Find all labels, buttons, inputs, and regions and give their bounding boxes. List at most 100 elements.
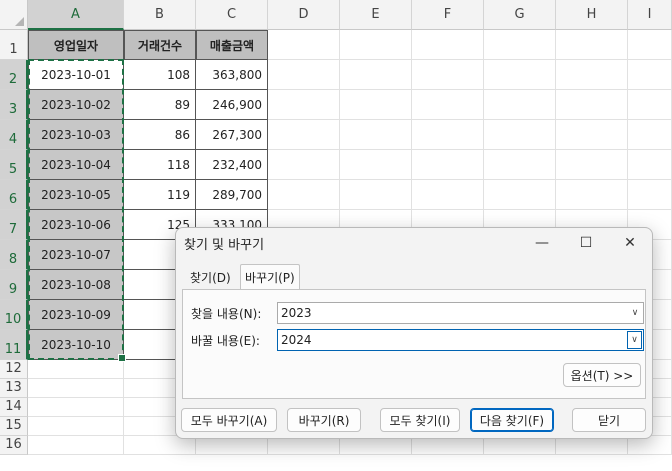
row-header-14[interactable]: 14 xyxy=(0,398,28,417)
close-window-button[interactable]: ✕ xyxy=(610,230,650,256)
row-header-2[interactable]: 2 xyxy=(0,60,28,90)
empty-cell[interactable] xyxy=(484,60,556,90)
row-header-4[interactable]: 4 xyxy=(0,120,28,150)
row-header-8[interactable]: 8 xyxy=(0,240,28,270)
sales-cell[interactable]: 267,300 xyxy=(196,120,268,150)
empty-cell[interactable] xyxy=(268,90,340,120)
empty-cell[interactable] xyxy=(28,436,124,455)
empty-cell[interactable] xyxy=(556,60,628,90)
row-header-13[interactable]: 13 xyxy=(0,379,28,398)
column-header-h[interactable]: H xyxy=(556,0,628,30)
empty-cell[interactable] xyxy=(556,120,628,150)
date-cell[interactable]: 2023-10-01 xyxy=(28,60,124,90)
row-header-1[interactable]: 1 xyxy=(0,30,28,60)
empty-cell[interactable] xyxy=(268,120,340,150)
options-button[interactable]: 옵션(T) >> xyxy=(563,363,641,387)
empty-cell[interactable] xyxy=(628,120,672,150)
date-cell[interactable]: 2023-10-03 xyxy=(28,120,124,150)
count-cell[interactable]: 86 xyxy=(124,120,196,150)
tab-replace[interactable]: 바꾸기(P) xyxy=(240,264,300,290)
sales-cell[interactable]: 289,700 xyxy=(196,180,268,210)
replace-button[interactable]: 바꾸기(R) xyxy=(287,408,361,432)
row-header-16[interactable]: 16 xyxy=(0,436,28,455)
empty-cell[interactable] xyxy=(628,150,672,180)
empty-cell[interactable] xyxy=(628,90,672,120)
row-header-10[interactable]: 10 xyxy=(0,300,28,330)
date-cell[interactable]: 2023-10-06 xyxy=(28,210,124,240)
empty-cell[interactable] xyxy=(28,379,124,398)
empty-cell[interactable] xyxy=(484,30,556,60)
empty-cell[interactable] xyxy=(268,180,340,210)
column-header-g[interactable]: G xyxy=(484,0,556,30)
column-header-b[interactable]: B xyxy=(124,0,196,30)
row-header-11[interactable]: 11 xyxy=(0,330,28,360)
minimize-button[interactable]: — xyxy=(522,230,562,256)
column-header-a[interactable]: A xyxy=(28,0,124,30)
empty-cell[interactable] xyxy=(28,398,124,417)
empty-cell[interactable] xyxy=(412,30,484,60)
maximize-button[interactable]: ☐ xyxy=(566,230,606,256)
close-button[interactable]: 닫기 xyxy=(572,408,646,432)
row-header-12[interactable]: 12 xyxy=(0,360,28,379)
count-cell[interactable]: 108 xyxy=(124,60,196,90)
empty-cell[interactable] xyxy=(556,150,628,180)
empty-cell[interactable] xyxy=(484,90,556,120)
date-cell[interactable]: 2023-10-05 xyxy=(28,180,124,210)
count-cell[interactable]: 118 xyxy=(124,150,196,180)
row-header-7[interactable]: 7 xyxy=(0,210,28,240)
row-header-5[interactable]: 5 xyxy=(0,150,28,180)
empty-cell[interactable] xyxy=(412,150,484,180)
chevron-down-icon[interactable]: ∨ xyxy=(627,303,643,323)
empty-cell[interactable] xyxy=(556,90,628,120)
row-header-3[interactable]: 3 xyxy=(0,90,28,120)
empty-cell[interactable] xyxy=(556,30,628,60)
tab-find[interactable]: 찾기(D) xyxy=(186,266,235,288)
empty-cell[interactable] xyxy=(412,180,484,210)
empty-cell[interactable] xyxy=(628,60,672,90)
empty-cell[interactable] xyxy=(340,180,412,210)
empty-cell[interactable] xyxy=(412,90,484,120)
empty-cell[interactable] xyxy=(340,120,412,150)
column-header-e[interactable]: E xyxy=(340,0,412,30)
date-cell[interactable]: 2023-10-10 xyxy=(28,330,124,360)
empty-cell[interactable] xyxy=(340,30,412,60)
date-cell[interactable]: 2023-10-08 xyxy=(28,270,124,300)
select-all-corner[interactable] xyxy=(0,0,28,30)
date-cell[interactable]: 2023-10-07 xyxy=(28,240,124,270)
sales-cell[interactable]: 232,400 xyxy=(196,150,268,180)
table-header-date[interactable]: 영업일자 xyxy=(28,30,124,60)
empty-cell[interactable] xyxy=(268,150,340,180)
replace-with-field[interactable]: 2024 ∨ xyxy=(277,329,644,351)
column-header-d[interactable]: D xyxy=(268,0,340,30)
empty-cell[interactable] xyxy=(484,180,556,210)
date-cell[interactable]: 2023-10-04 xyxy=(28,150,124,180)
empty-cell[interactable] xyxy=(556,180,628,210)
chevron-down-icon[interactable]: ∨ xyxy=(627,331,642,349)
table-header-count[interactable]: 거래건수 xyxy=(124,30,196,60)
empty-cell[interactable] xyxy=(412,120,484,150)
replace-all-button[interactable]: 모두 바꾸기(A) xyxy=(181,408,277,432)
find-what-field[interactable]: 2023 ∨ xyxy=(277,302,644,324)
empty-cell[interactable] xyxy=(268,60,340,90)
empty-cell[interactable] xyxy=(484,150,556,180)
column-header-f[interactable]: F xyxy=(412,0,484,30)
find-all-button[interactable]: 모두 찾기(I) xyxy=(380,408,460,432)
row-header-6[interactable]: 6 xyxy=(0,180,28,210)
empty-cell[interactable] xyxy=(340,60,412,90)
date-cell[interactable]: 2023-10-02 xyxy=(28,90,124,120)
count-cell[interactable]: 119 xyxy=(124,180,196,210)
row-header-9[interactable]: 9 xyxy=(0,270,28,300)
column-header-i[interactable]: I xyxy=(628,0,672,30)
empty-cell[interactable] xyxy=(28,417,124,436)
sales-cell[interactable]: 246,900 xyxy=(196,90,268,120)
table-header-sales[interactable]: 매출금액 xyxy=(196,30,268,60)
date-cell[interactable]: 2023-10-09 xyxy=(28,300,124,330)
find-next-button[interactable]: 다음 찾기(F) xyxy=(470,408,554,432)
count-cell[interactable]: 89 xyxy=(124,90,196,120)
sales-cell[interactable]: 363,800 xyxy=(196,60,268,90)
empty-cell[interactable] xyxy=(268,30,340,60)
empty-cell[interactable] xyxy=(340,90,412,120)
empty-cell[interactable] xyxy=(28,360,124,379)
empty-cell[interactable] xyxy=(628,180,672,210)
row-header-15[interactable]: 15 xyxy=(0,417,28,436)
